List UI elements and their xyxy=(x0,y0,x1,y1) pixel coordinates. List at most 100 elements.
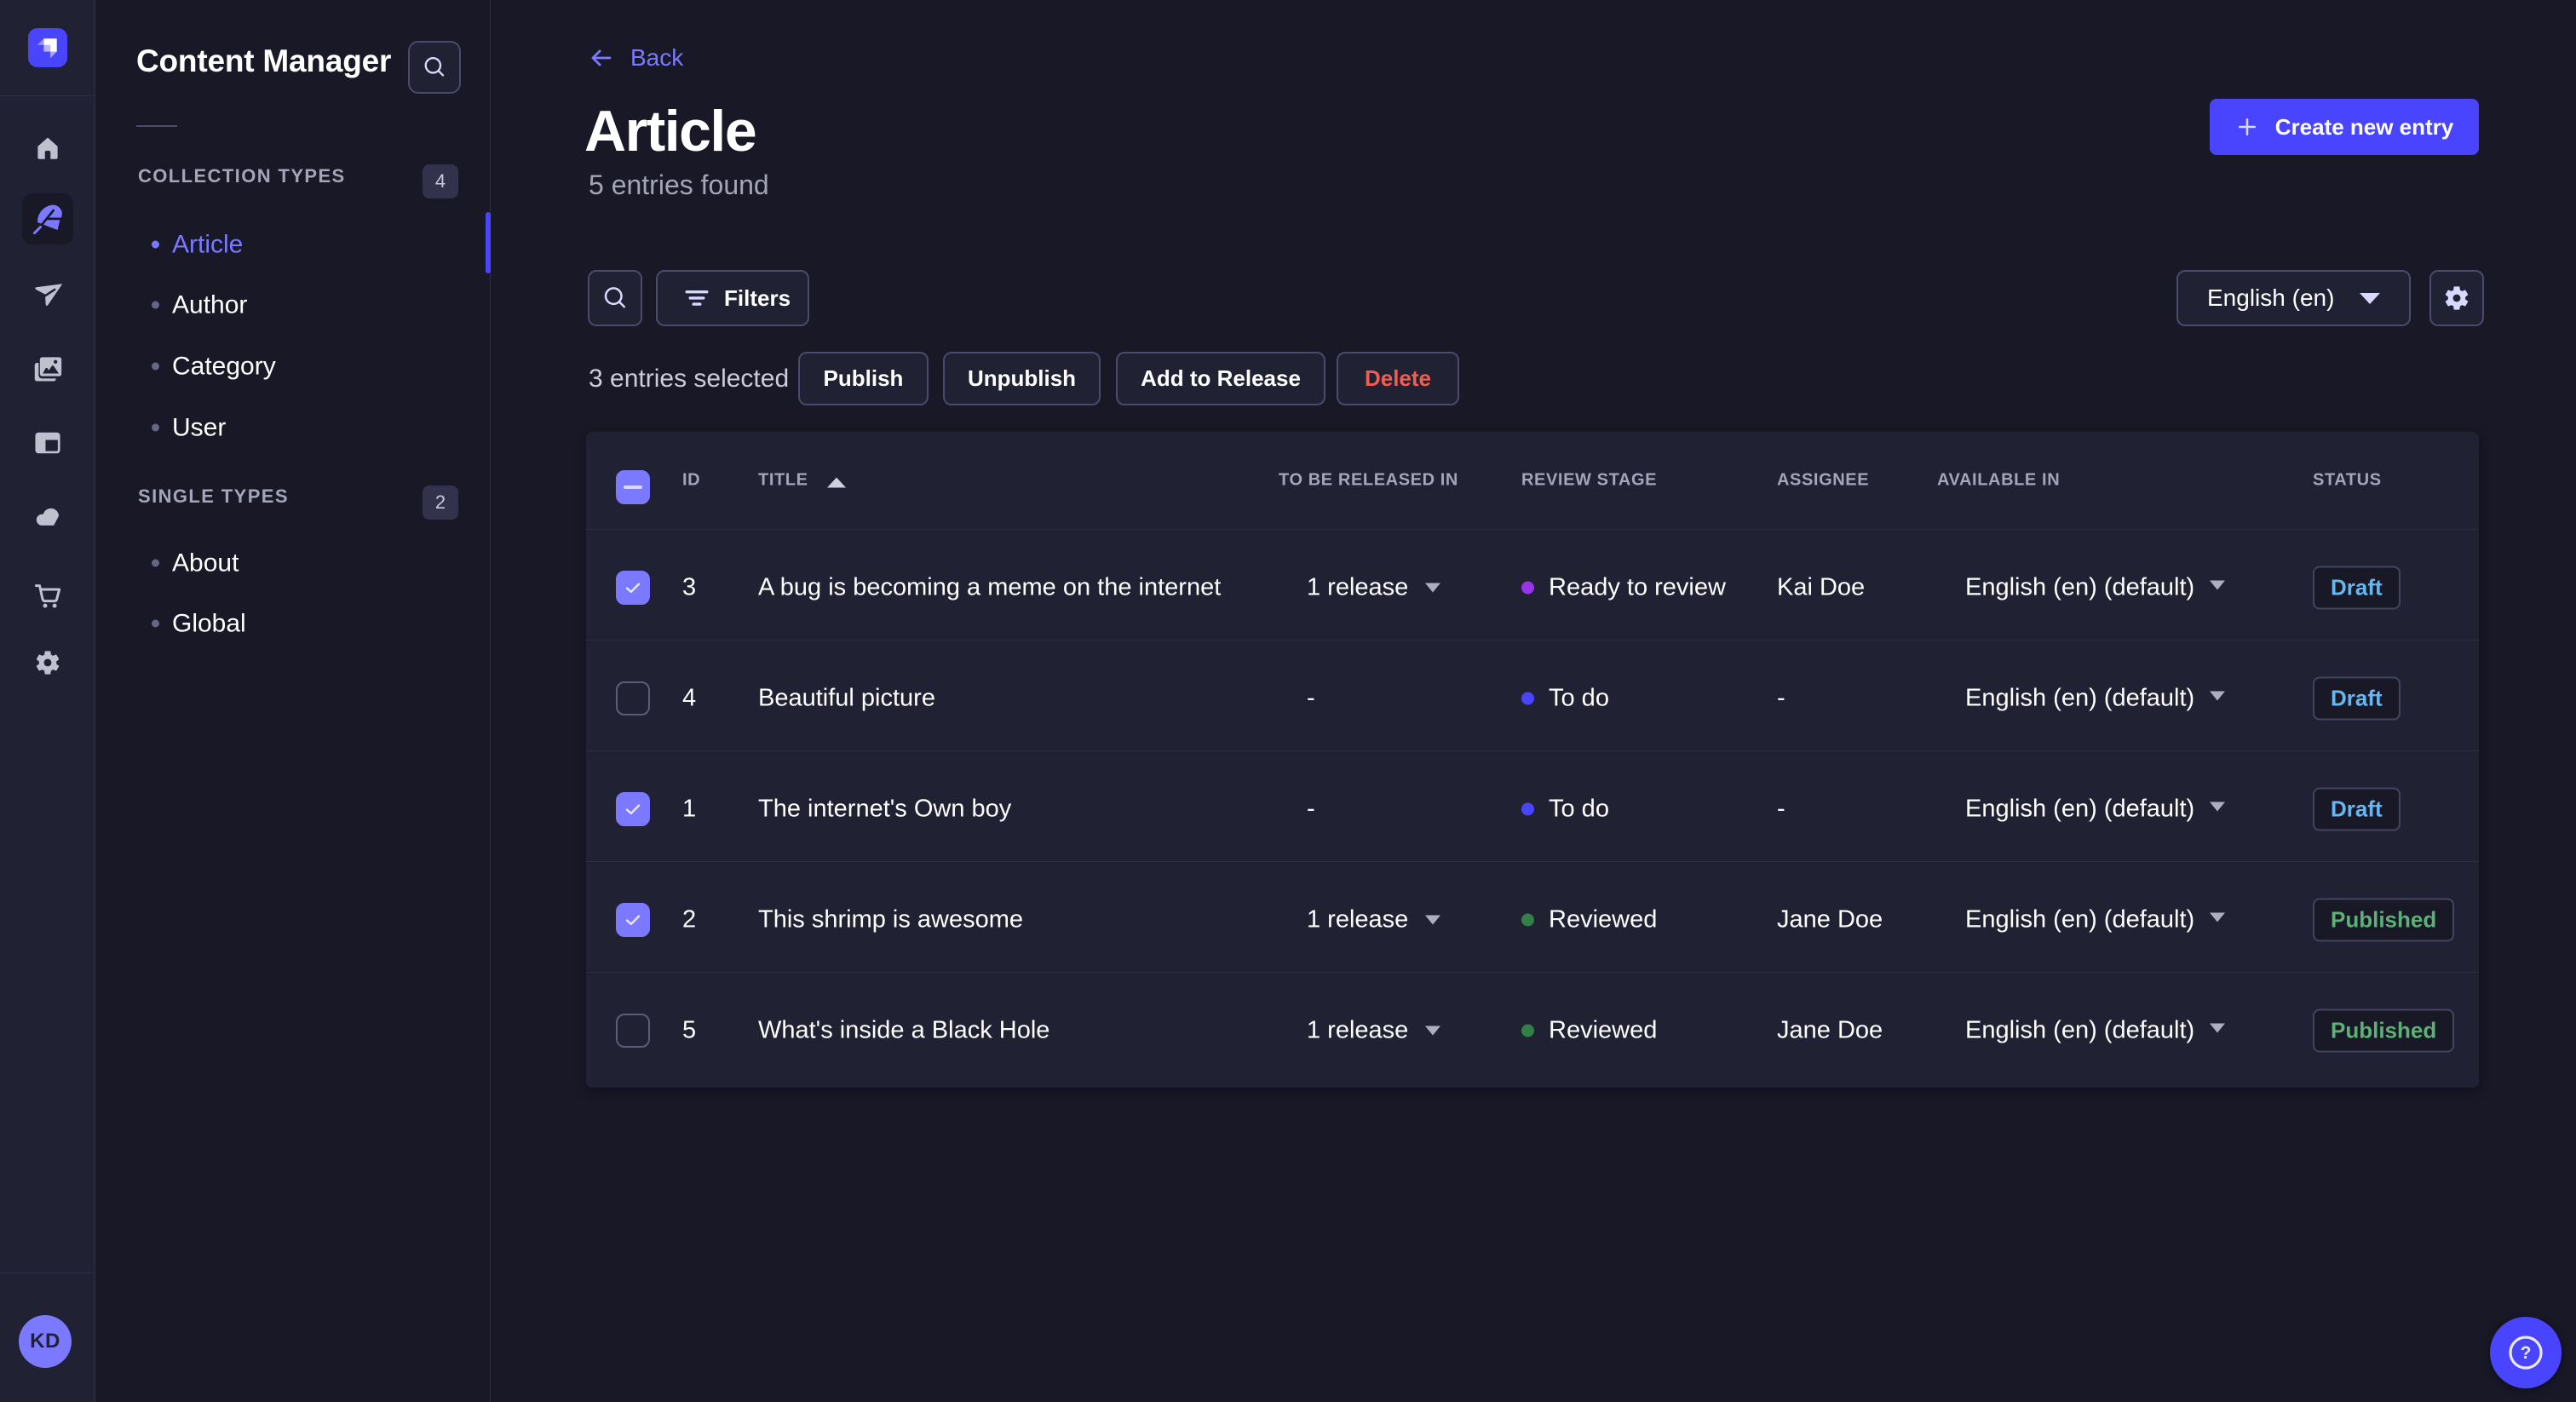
subnav-item-user[interactable]: User xyxy=(95,398,490,458)
column-header-status[interactable]: STATUS xyxy=(2313,471,2382,491)
row-checkbox[interactable] xyxy=(616,902,650,937)
search-icon xyxy=(604,287,625,308)
settings-button[interactable] xyxy=(2429,270,2484,326)
row-checkbox[interactable] xyxy=(616,791,650,826)
cell-release[interactable]: 1 release xyxy=(1307,573,1441,601)
cell-assignee: - xyxy=(1777,795,1785,822)
column-header-release[interactable]: TO BE RELEASED IN xyxy=(1279,471,1458,491)
delete-button[interactable]: Delete xyxy=(1337,352,1459,405)
strapi-logo[interactable] xyxy=(28,28,67,67)
strapi-logo-icon xyxy=(37,38,57,59)
subnav-item-author[interactable]: Author xyxy=(95,275,490,336)
chevron-down-icon xyxy=(2210,912,2225,922)
cell-assignee: Kai Doe xyxy=(1777,573,1866,600)
subnav-item-about[interactable]: About xyxy=(95,533,490,594)
cell-release[interactable]: 1 release xyxy=(1307,1017,1441,1045)
page-subtitle: 5 entries found xyxy=(589,170,769,200)
create-new-entry-button[interactable]: Create new entry xyxy=(2210,99,2479,155)
cell-status: Published xyxy=(2313,1008,2455,1053)
row-checkbox[interactable] xyxy=(616,681,650,715)
arrow-left-icon xyxy=(591,49,612,66)
indeterminate-dash xyxy=(624,486,642,489)
search-button[interactable] xyxy=(588,270,642,326)
status-badge: Draft xyxy=(2313,787,2401,830)
add-to-release-button[interactable]: Add to Release xyxy=(1116,352,1325,405)
column-header-available[interactable]: AVAILABLE IN xyxy=(1937,471,2060,491)
cell-id: 2 xyxy=(682,905,697,933)
gear-icon xyxy=(2445,286,2469,310)
publish-button[interactable]: Publish xyxy=(798,352,929,405)
row-checkbox[interactable] xyxy=(616,1014,650,1048)
table-row: 5 What's inside a Black Hole 1 release R… xyxy=(586,973,2479,1083)
entries-table: ID TITLE TO BE RELEASED IN REVIEW STAGE … xyxy=(586,432,2479,1088)
select-all-checkbox[interactable] xyxy=(616,470,650,504)
stage-dot xyxy=(1521,1024,1534,1037)
cell-status: Draft xyxy=(2313,787,2401,830)
main-content: Back Article 5 entries found Create new … xyxy=(491,0,2576,1402)
back-link[interactable]: Back xyxy=(589,44,683,72)
chevron-down-icon xyxy=(2360,292,2380,304)
cell-review-stage: Reviewed xyxy=(1521,905,1657,934)
filters-button[interactable]: Filters xyxy=(656,270,810,326)
sidebar-item-content-type-builder[interactable] xyxy=(22,417,73,468)
sidebar-item-settings[interactable] xyxy=(22,637,73,688)
cell-release[interactable]: 1 release xyxy=(1307,905,1441,934)
sidebar-item-releases[interactable] xyxy=(22,268,73,319)
cell-id: 4 xyxy=(682,684,697,711)
cell-status: Draft xyxy=(2313,676,2401,720)
column-header-id[interactable]: ID xyxy=(682,471,700,491)
cell-release: - xyxy=(1307,795,1315,822)
subnav-divider xyxy=(136,125,177,127)
cell-id: 3 xyxy=(682,573,697,600)
cell-available-in[interactable]: English (en) (default) xyxy=(1965,1017,2194,1045)
status-badge: Published xyxy=(2313,898,2455,941)
cloud-icon xyxy=(36,508,61,526)
cell-available-in[interactable]: English (en) (default) xyxy=(1965,905,2194,934)
cell-status: Published xyxy=(2313,898,2455,941)
help-button[interactable]: ? xyxy=(2490,1317,2562,1388)
subnav-item-category[interactable]: Category xyxy=(95,336,490,397)
sidebar-item-marketplace[interactable] xyxy=(22,570,73,621)
bullet-icon xyxy=(152,619,159,628)
locale-select[interactable]: English (en) xyxy=(2176,270,2411,326)
checkbox-indeterminate xyxy=(616,470,650,504)
cell-id: 5 xyxy=(682,1016,697,1044)
bullet-icon xyxy=(152,559,159,567)
cell-review-stage: To do xyxy=(1521,684,1609,712)
sidebar-item-deploy[interactable] xyxy=(22,491,73,543)
back-label: Back xyxy=(630,44,684,71)
sort-ascending-icon xyxy=(826,477,846,487)
unpublish-button[interactable]: Unpublish xyxy=(943,352,1101,405)
avatar[interactable]: KD xyxy=(19,1315,72,1368)
column-header-title[interactable]: TITLE xyxy=(758,471,846,491)
sidebar-item-media-library[interactable] xyxy=(22,343,73,394)
cell-available-in[interactable]: English (en) (default) xyxy=(1965,795,2194,823)
chevron-down-icon xyxy=(2210,691,2225,700)
selection-count: 3 entries selected xyxy=(589,365,790,393)
home-icon xyxy=(37,137,58,159)
subnav-item-global[interactable]: Global xyxy=(95,594,490,654)
status-badge: Published xyxy=(2313,1008,2455,1053)
cell-available-in[interactable]: English (en) (default) xyxy=(1965,573,2194,601)
cell-assignee: Jane Doe xyxy=(1777,905,1883,933)
chevron-down-icon xyxy=(1425,915,1441,924)
bullet-icon xyxy=(152,240,159,249)
sidebar-item-content-manager[interactable] xyxy=(21,193,73,244)
cell-available-in[interactable]: English (en) (default) xyxy=(1965,684,2194,712)
table-row: 4 Beautiful picture - To do - English (e… xyxy=(586,641,2479,751)
page-title: Article xyxy=(584,99,757,164)
subnav-item-article[interactable]: Article xyxy=(95,215,490,275)
cell-id: 1 xyxy=(682,795,697,822)
row-checkbox[interactable] xyxy=(616,570,650,605)
sidebar-item-home[interactable] xyxy=(22,123,73,174)
chevron-down-icon xyxy=(1425,583,1441,592)
column-header-assignee[interactable]: ASSIGNEE xyxy=(1777,471,1869,491)
column-header-stage[interactable]: REVIEW STAGE xyxy=(1521,471,1657,491)
stage-dot xyxy=(1521,581,1534,594)
status-badge: Draft xyxy=(2313,566,2401,609)
subnav-search-button[interactable] xyxy=(408,41,461,94)
cell-title: The internet's Own boy xyxy=(758,795,1012,822)
stage-dot xyxy=(1521,913,1534,926)
chevron-down-icon xyxy=(1425,1026,1441,1036)
stage-dot xyxy=(1521,692,1534,704)
